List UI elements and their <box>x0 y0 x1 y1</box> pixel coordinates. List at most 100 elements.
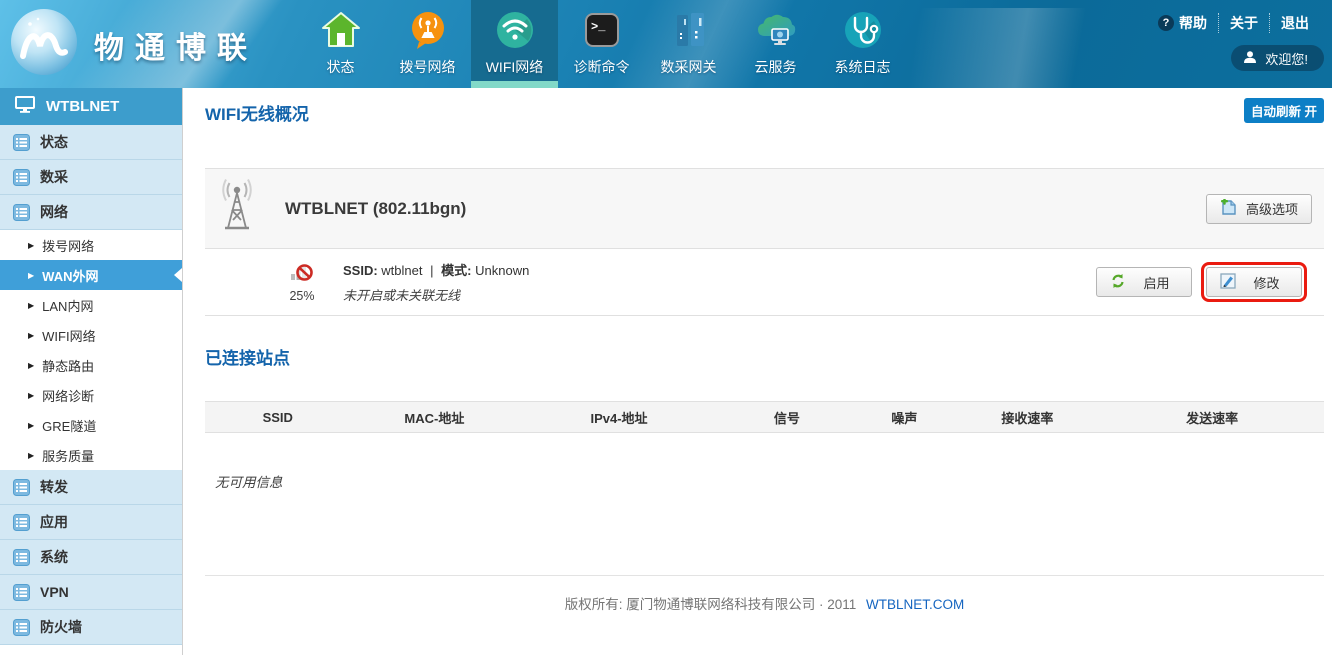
header-links: ? 帮助 关于 退出 <box>1147 13 1320 33</box>
stations-empty-message: 无可用信息 <box>205 471 1324 491</box>
edit-button[interactable]: 修改 <box>1206 267 1302 297</box>
brand-logo: 物通博联 <box>8 6 258 83</box>
welcome-badge[interactable]: 欢迎您! <box>1231 45 1324 71</box>
enable-button[interactable]: 启用 <box>1096 267 1192 297</box>
signal-percent: 25% <box>289 289 314 303</box>
stations-header-row: SSID MAC-地址 IPv4-地址 信号 噪声 接收速率 发送速率 <box>205 402 1324 433</box>
list-icon <box>13 619 30 636</box>
sidebar-item-gre-tunnel[interactable]: ▶ GRE隧道 <box>0 410 182 440</box>
arrow-right-icon: ▶ <box>28 301 34 310</box>
gateway-icon <box>668 7 710 53</box>
sidebar-device-header: WTBLNET <box>0 88 182 125</box>
terminal-icon: >_ <box>581 7 623 53</box>
dial-network-icon <box>407 7 449 53</box>
ssid-info: SSID: wtblnet | 模式: Unknown 未开启或未关联无线 <box>343 260 533 304</box>
sidebar: WTBLNET 状态 数采 网络 ▶ 拨号网络 ▶ WAN外网 ▶ LAN内网 … <box>0 88 183 655</box>
radio-action-buttons: 启用 修改 <box>1096 267 1302 297</box>
radio-status-note: 未开启或未关联无线 <box>343 285 533 304</box>
sidebar-item-network[interactable]: 网络 <box>0 195 182 230</box>
user-icon <box>1243 50 1257 67</box>
cloud-icon <box>754 7 798 53</box>
stations-section-title: 已连接站点 <box>205 344 1324 369</box>
sidebar-item-applications[interactable]: 应用 <box>0 505 182 540</box>
app-header: 物通博联 状态 拨号网络 <box>0 0 1332 88</box>
nav-tab-status[interactable]: 状态 <box>297 0 384 88</box>
sidebar-item-static-route[interactable]: ▶ 静态路由 <box>0 350 182 380</box>
arrow-right-icon: ▶ <box>28 361 34 370</box>
question-icon: ? <box>1158 15 1174 31</box>
col-noise: 噪声 <box>854 402 955 433</box>
list-icon <box>13 479 30 496</box>
auto-refresh-toggle[interactable]: 自动刷新 开 <box>1244 98 1324 123</box>
list-icon <box>13 169 30 186</box>
arrow-right-icon: ▶ <box>28 421 34 430</box>
top-navigation: 状态 拨号网络 <box>297 0 906 88</box>
col-signal: 信号 <box>720 402 854 433</box>
refresh-icon <box>1110 273 1126 292</box>
edit-pencil-icon <box>1220 273 1236 292</box>
col-tx-rate: 发送速率 <box>1100 402 1324 433</box>
ssid-line: SSID: wtblnet | 模式: Unknown <box>343 260 533 279</box>
sidebar-item-forwarding[interactable]: 转发 <box>0 470 182 505</box>
main-content: WIFI无线概况 自动刷新 开 WTBLNET (802.11bgn) <box>183 88 1332 655</box>
arrow-right-icon: ▶ <box>28 391 34 400</box>
nav-tab-dial-network[interactable]: 拨号网络 <box>384 0 471 88</box>
nav-tab-diagnostic-command[interactable]: >_ 诊断命令 <box>558 0 645 88</box>
sidebar-item-qos[interactable]: ▶ 服务质量 <box>0 440 182 470</box>
wifi-icon <box>494 7 536 53</box>
sidebar-item-firewall[interactable]: 防火墙 <box>0 610 182 645</box>
signal-cell: 25% <box>279 261 325 303</box>
col-mac: MAC-地址 <box>350 402 518 433</box>
sidebar-item-dial-network[interactable]: ▶ 拨号网络 <box>0 230 182 260</box>
monitor-icon <box>15 96 35 117</box>
logo-sphere-icon <box>8 6 80 83</box>
col-rx-rate: 接收速率 <box>955 402 1100 433</box>
sidebar-item-vpn[interactable]: VPN <box>0 575 182 610</box>
list-icon <box>13 549 30 566</box>
logout-link[interactable]: 退出 <box>1269 13 1320 33</box>
home-icon <box>320 7 362 53</box>
mode-value: Unknown <box>475 263 529 278</box>
sidebar-item-status[interactable]: 状态 <box>0 125 182 160</box>
list-icon <box>13 204 30 221</box>
ssid-value: wtblnet <box>381 263 422 278</box>
signal-disabled-icon <box>290 261 314 288</box>
sidebar-item-wan[interactable]: ▶ WAN外网 <box>0 260 182 290</box>
stethoscope-icon <box>842 7 884 53</box>
footer-link[interactable]: WTBLNET.COM <box>866 597 964 612</box>
sidebar-item-system[interactable]: 系统 <box>0 540 182 575</box>
copyright-text: 版权所有: 厦门物通博联网络科技有限公司 · 2011 <box>565 597 857 612</box>
sidebar-item-data-collect[interactable]: 数采 <box>0 160 182 195</box>
col-ssid: SSID <box>205 402 350 433</box>
device-name: WTBLNET <box>46 98 119 115</box>
arrow-right-icon: ▶ <box>28 451 34 460</box>
antenna-icon <box>217 178 257 239</box>
nav-tab-data-gateway[interactable]: 数采网关 <box>645 0 732 88</box>
radio-overview-panel: WTBLNET (802.11bgn) 高级选项 <box>205 168 1324 249</box>
wifi-network-row: 25% SSID: wtblnet | 模式: Unknown 未开启或未关联无… <box>205 249 1324 316</box>
separator: | <box>430 263 433 278</box>
ssid-label: SSID: <box>343 263 378 278</box>
radio-name: WTBLNET (802.11bgn) <box>285 199 466 219</box>
page-title: WIFI无线概况 <box>205 100 1324 125</box>
page-footer: 版权所有: 厦门物通博联网络科技有限公司 · 2011 WTBLNET.COM <box>205 575 1324 613</box>
nav-tab-wifi-network[interactable]: WIFI网络 <box>471 0 558 88</box>
help-link[interactable]: ? 帮助 <box>1147 13 1218 33</box>
list-icon <box>13 514 30 531</box>
svg-text:>_: >_ <box>591 20 606 34</box>
arrow-right-icon: ▶ <box>28 241 34 250</box>
sidebar-item-network-diagnostics[interactable]: ▶ 网络诊断 <box>0 380 182 410</box>
brand-name: 物通博联 <box>94 23 258 67</box>
stations-table: SSID MAC-地址 IPv4-地址 信号 噪声 接收速率 发送速率 <box>205 401 1324 433</box>
advanced-options-button[interactable]: 高级选项 <box>1206 194 1312 224</box>
nav-tab-system-log[interactable]: 系统日志 <box>819 0 906 88</box>
list-icon <box>13 134 30 151</box>
arrow-right-icon: ▶ <box>28 331 34 340</box>
sidebar-item-lan[interactable]: ▶ LAN内网 <box>0 290 182 320</box>
page-add-icon <box>1220 199 1237 219</box>
about-link[interactable]: 关于 <box>1218 13 1269 33</box>
sidebar-item-wifi-network[interactable]: ▶ WIFI网络 <box>0 320 182 350</box>
nav-tab-cloud-service[interactable]: 云服务 <box>732 0 819 88</box>
col-ipv4: IPv4-地址 <box>518 402 719 433</box>
arrow-right-icon: ▶ <box>28 271 34 280</box>
